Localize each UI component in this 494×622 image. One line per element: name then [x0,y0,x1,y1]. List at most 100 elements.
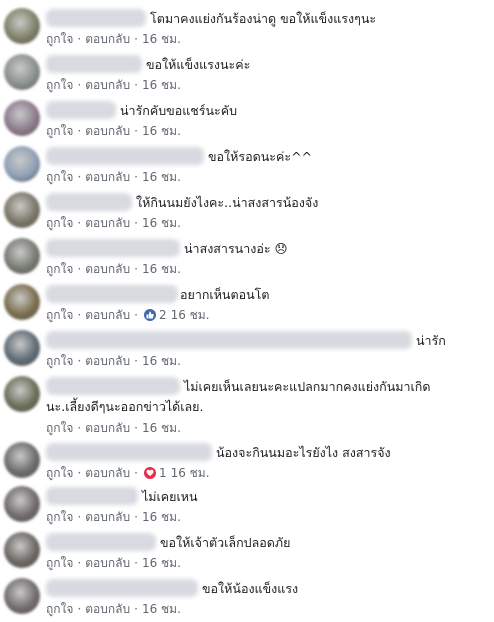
separator-dot: · [77,124,82,138]
avatar[interactable] [4,238,40,274]
reply-link[interactable]: ตอบกลับ [85,307,130,323]
separator-dot: · [134,308,138,322]
comment-timestamp[interactable]: 16 ชม. [171,307,210,323]
separator-dot: · [77,421,82,435]
reply-link[interactable]: ตอบกลับ [85,353,130,369]
commenter-name[interactable] [46,239,180,257]
separator-dot: · [134,78,138,92]
commenter-name[interactable] [46,533,156,551]
comment: ให้กินนมยังไงคะ..น่าสงสารน้องจัง ถูกใจ ·… [0,190,494,236]
commenter-name[interactable] [46,487,138,505]
reply-link[interactable]: ตอบกลับ [85,465,130,481]
avatar[interactable] [4,192,40,228]
commenter-name[interactable] [46,377,180,395]
commenter-name[interactable] [46,147,204,165]
avatar[interactable] [4,146,40,182]
comment-text: อยากเห็นตอนโต [180,287,270,302]
comment: อยากเห็นตอนโต ถูกใจ · ตอบกลับ · 2 16 ชม. [0,282,494,328]
separator-dot: · [134,510,138,524]
like-link[interactable]: ถูกใจ [46,31,73,47]
comment: น่ารัก ถูกใจ · ตอบกลับ · 16 ชม. [0,328,494,374]
comment: น้องจะกินนมอะไรยังไง สงสารจัง ถูกใจ · ตอ… [0,440,494,486]
reply-link[interactable]: ตอบกลับ [85,123,130,139]
comment-actions: ถูกใจ · ตอบกลับ · 16 ชม. [46,555,181,571]
comment-actions: ถูกใจ · ตอบกลับ · 16 ชม. [46,261,181,277]
like-link[interactable]: ถูกใจ [46,509,73,525]
separator-dot: · [77,308,82,322]
like-link[interactable]: ถูกใจ [46,169,73,185]
commenter-name[interactable] [46,101,116,119]
commenter-name[interactable] [46,331,412,349]
comment-text: ขอให้แข็งแรงนะค่ะ [146,57,251,72]
comment-timestamp[interactable]: 16 ชม. [142,353,181,369]
love-icon [143,467,156,479]
comment-text: ไม่เคยเหน [142,489,198,504]
separator-dot: · [134,262,138,276]
avatar[interactable] [4,100,40,136]
avatar[interactable] [4,376,40,412]
comment: ขอให้แข็งแรงนะค่ะ ถูกใจ · ตอบกลับ · 16 ช… [0,52,494,98]
avatar[interactable] [4,486,40,522]
like-link[interactable]: ถูกใจ [46,307,73,323]
avatar[interactable] [4,54,40,90]
like-link[interactable]: ถูกใจ [46,215,73,231]
reply-link[interactable]: ตอบกลับ [85,215,130,231]
comment-timestamp[interactable]: 16 ชม. [142,77,181,93]
comment-timestamp[interactable]: 16 ชม. [142,420,181,436]
commenter-name[interactable] [46,9,146,27]
reply-link[interactable]: ตอบกลับ [85,509,130,525]
comment: ไม่เคยเหน ถูกใจ · ตอบกลับ · 16 ชม. [0,484,494,530]
reply-link[interactable]: ตอบกลับ [85,555,130,571]
reply-link[interactable]: ตอบกลับ [85,420,130,436]
like-link[interactable]: ถูกใจ [46,77,73,93]
comment: ไม่เคยเห็นเลยนะคะแปลกมากคงแย่งกันมาเกิด … [0,374,494,435]
comment-timestamp[interactable]: 16 ชม. [142,169,181,185]
reply-link[interactable]: ตอบกลับ [85,31,130,47]
comment-text: น้องจะกินนมอะไรยังไง สงสารจัง [216,445,391,460]
avatar[interactable] [4,284,40,320]
reply-link[interactable]: ตอบกลับ [85,77,130,93]
comment-timestamp[interactable]: 16 ชม. [142,261,181,277]
reaction-summary[interactable]: 1 [143,465,167,481]
commenter-name[interactable] [46,55,142,73]
comment-actions: ถูกใจ · ตอบกลับ · 16 ชม. [46,509,181,525]
like-link[interactable]: ถูกใจ [46,601,73,617]
comment-timestamp[interactable]: 16 ชม. [142,215,181,231]
commenter-name[interactable] [46,193,132,211]
comment-actions: ถูกใจ · ตอบกลับ · 16 ชม. [46,77,181,93]
separator-dot: · [134,556,138,570]
reply-link[interactable]: ตอบกลับ [85,261,130,277]
reaction-summary[interactable]: 2 [143,307,167,323]
comment-timestamp[interactable]: 16 ชม. [142,601,181,617]
reply-link[interactable]: ตอบกลับ [85,601,130,617]
avatar[interactable] [4,532,40,568]
commenter-name[interactable] [46,443,212,461]
reply-link[interactable]: ตอบกลับ [85,169,130,185]
comment-timestamp[interactable]: 16 ชม. [171,465,210,481]
avatar[interactable] [4,578,40,614]
avatar[interactable] [4,8,40,44]
commenter-name[interactable] [46,285,178,303]
like-link[interactable]: ถูกใจ [46,465,73,481]
like-link[interactable]: ถูกใจ [46,261,73,277]
separator-dot: · [77,78,82,92]
comment-actions: ถูกใจ · ตอบกลับ · 1 16 ชม. [46,465,210,481]
comment-timestamp[interactable]: 16 ชม. [142,31,181,47]
avatar[interactable] [4,442,40,478]
reaction-count: 2 [158,308,167,322]
comment-timestamp[interactable]: 16 ชม. [142,123,181,139]
comment-text: ไม่เคยเห็นเลยนะคะแปลกมากคงแย่งกันมาเกิด [184,379,431,394]
comment-timestamp[interactable]: 16 ชม. [142,555,181,571]
comment: โตมาคงแย่งกันร้องน่าดู ขอให้แข็งแรงๆนะ ถ… [0,6,494,52]
like-link[interactable]: ถูกใจ [46,555,73,571]
separator-dot: · [134,124,138,138]
like-link[interactable]: ถูกใจ [46,353,73,369]
like-link[interactable]: ถูกใจ [46,123,73,139]
comment-actions: ถูกใจ · ตอบกลับ · 16 ชม. [46,215,181,231]
avatar[interactable] [4,330,40,366]
commenter-name[interactable] [46,579,198,597]
comment-timestamp[interactable]: 16 ชม. [142,509,181,525]
separator-dot: · [77,354,82,368]
like-link[interactable]: ถูกใจ [46,420,73,436]
comment: ขอให้น้องแข็งแรง ถูกใจ · ตอบกลับ · 16 ชม… [0,576,494,622]
